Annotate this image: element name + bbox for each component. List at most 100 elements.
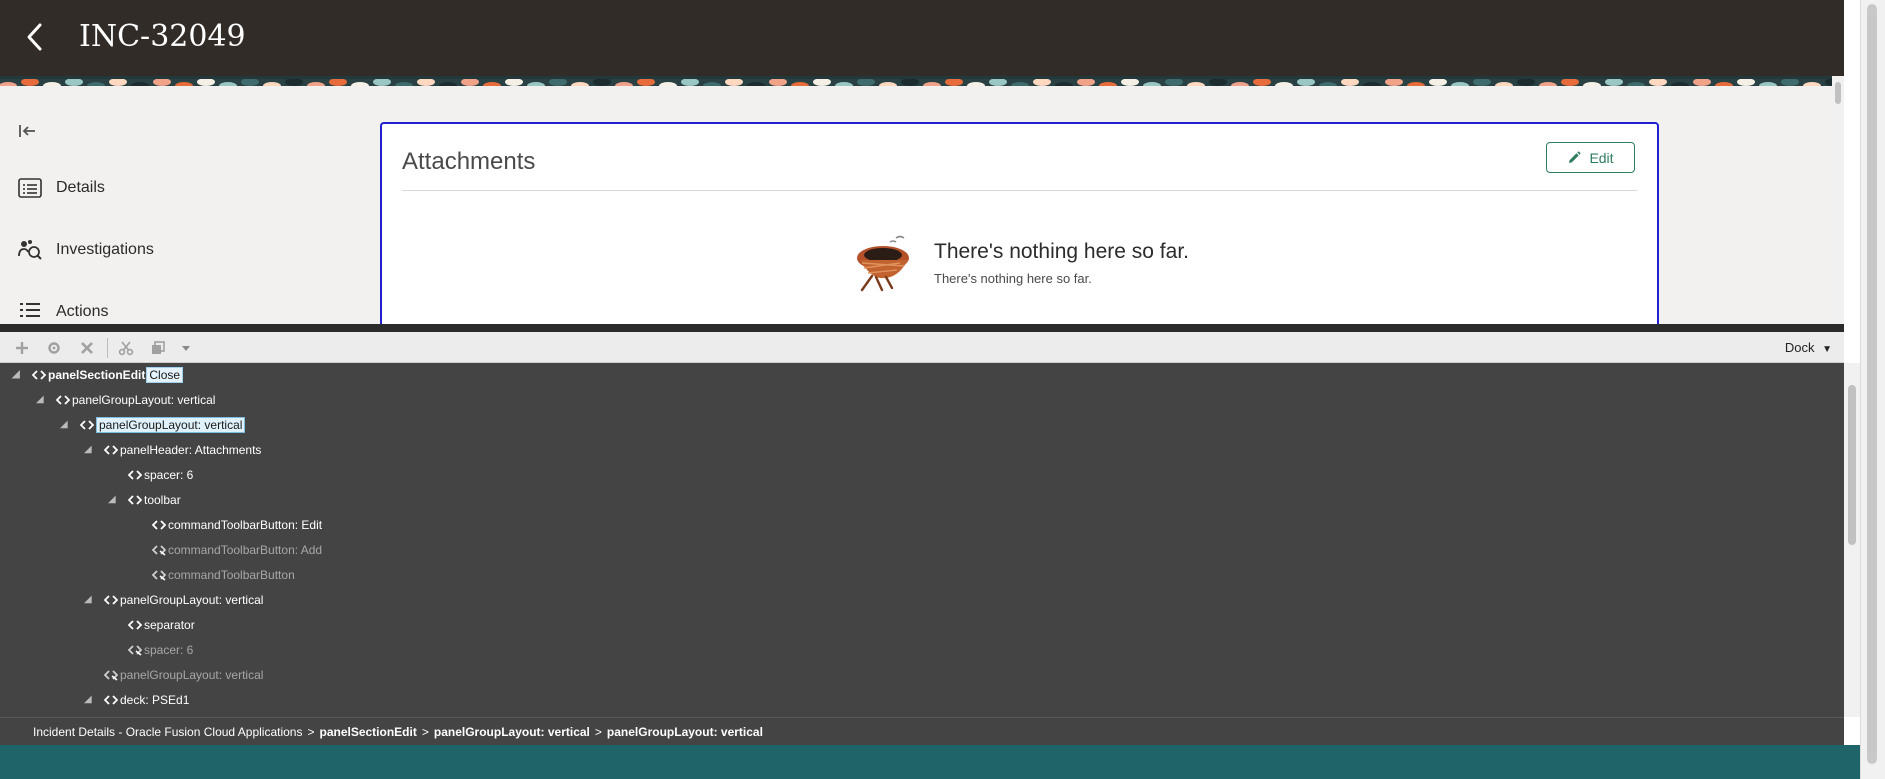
details-list-icon [18, 178, 42, 198]
empty-nest-icon [857, 235, 909, 292]
tree-node-label: commandToolbarButton: Add [168, 543, 323, 557]
component-tag-hidden-icon [104, 670, 118, 681]
chevron-left-icon [27, 23, 42, 51]
component-tag-hidden-icon [128, 645, 142, 656]
component-tag-icon [104, 695, 118, 705]
tree-node[interactable]: commandToolbarButton: Edit [132, 515, 322, 535]
tree-node[interactable]: separator [108, 615, 195, 635]
tree-node-label: spacer: 6 [144, 468, 194, 482]
tree-expand-toggle-icon[interactable]: ◢ [12, 370, 22, 380]
tree-expand-toggle-icon[interactable]: ◢ [60, 420, 70, 430]
inspector-toolbar: Dock ▼ [0, 332, 1844, 363]
page-title: INC-32049 [79, 19, 246, 54]
toolbar-divider [107, 338, 108, 358]
tree-expand-toggle-icon[interactable]: ◢ [108, 495, 118, 505]
dock-chevron-down-icon: ▼ [1822, 344, 1832, 355]
tree-node[interactable]: spacer: 6 [108, 640, 193, 660]
delete-x-icon[interactable] [79, 340, 95, 356]
chevron-down-icon[interactable] [178, 340, 194, 356]
content-scrollbar-thumb[interactable] [1835, 82, 1841, 104]
footer-band [0, 745, 1872, 779]
tree-node-label: commandToolbarButton [168, 568, 295, 582]
collapse-nav-button[interactable] [18, 122, 38, 140]
tree-expand-toggle-icon[interactable]: ◢ [84, 595, 94, 605]
add-icon[interactable] [14, 340, 30, 356]
tree-node-label: panelHeader: Attachments [120, 443, 262, 457]
cut-scissors-icon[interactable] [118, 340, 134, 356]
tree-node[interactable]: panelGroupLayout: vertical [84, 665, 263, 685]
card-title: Attachments [402, 148, 536, 175]
component-tree: ◢ panelSectionEdit Close ◢ panelGroupLayout:… [0, 363, 1844, 717]
content-scrollbar[interactable] [1832, 76, 1844, 324]
tree-node[interactable]: commandToolbarButton: Add [132, 540, 322, 560]
collapse-left-icon [19, 125, 35, 137]
empty-state-title: There's nothing here so far. [934, 240, 1189, 263]
tree-node[interactable]: ◢ panelGroupLayout: vertical [60, 415, 246, 435]
dock-dropdown[interactable]: Dock ▼ [1785, 340, 1832, 355]
breadcrumb-root[interactable]: Incident Details - Oracle Fusion Cloud A… [33, 725, 302, 739]
tree-scrollbar[interactable] [1844, 363, 1860, 717]
component-tag-hidden-icon [152, 570, 166, 581]
tree-node-label: panelGroupLayout: vertical [120, 668, 264, 682]
tree-node-label: panelGroupLayout: vertical [72, 393, 216, 407]
tree-node[interactable]: ◢ toolbar [108, 490, 181, 510]
breadcrumb-separator: > [594, 724, 602, 739]
actions-icon [20, 303, 40, 317]
nav-label-investigations: Investigations [56, 241, 154, 258]
breadcrumb-item[interactable]: panelGroupLayout: vertical [434, 725, 590, 739]
page-scrollbar-thumb[interactable] [1867, 4, 1877, 764]
main-content: Details Investigations Actions Attachmen… [0, 86, 1844, 324]
tree-node[interactable]: ◢ deck: PSEd1 [84, 690, 189, 710]
component-tag-icon [128, 470, 142, 480]
card-divider [402, 190, 1637, 191]
breadcrumb-item[interactable]: panelGroupLayout: vertical [607, 725, 763, 739]
component-tag-icon [128, 495, 142, 505]
tree-node-label: toolbar [144, 493, 181, 507]
component-tag-hidden-icon [152, 545, 166, 556]
nav-label-actions: Actions [56, 303, 109, 320]
tree-node[interactable]: ◢ panelHeader: Attachments [84, 440, 261, 460]
nav-item-actions[interactable]: Actions [18, 300, 108, 324]
tree-node[interactable]: commandToolbarButton [132, 565, 295, 585]
attachments-card: Attachments Edit There's nothing here so… [380, 122, 1659, 324]
banner-pattern-icon [0, 78, 1844, 86]
tree-node-label: separator [144, 618, 195, 632]
component-tag-icon [152, 520, 166, 530]
tree-node-label: commandToolbarButton: Edit [168, 518, 323, 532]
pencil-icon [1569, 151, 1581, 163]
tree-node-label: panelGroupLayout: vertical [96, 417, 246, 433]
inspector-breadcrumb: Incident Details - Oracle Fusion Cloud A… [0, 717, 1844, 745]
tree-node-label: panelSectionEdit [48, 368, 146, 382]
breadcrumb-separator: > [421, 724, 429, 739]
tree-node[interactable]: ◢ panelGroupLayout: vertical [84, 590, 263, 610]
page-scrollbar[interactable] [1860, 0, 1885, 779]
back-button[interactable] [22, 22, 48, 52]
nav-item-investigations[interactable]: Investigations [18, 238, 154, 262]
empty-state-subtitle: There's nothing here so far. [934, 271, 1092, 286]
component-tag-icon [128, 620, 142, 630]
nav-item-details[interactable]: Details [18, 176, 105, 200]
tree-node[interactable]: spacer: 6 [108, 465, 193, 485]
component-tag-icon [80, 420, 94, 430]
tree-scrollbar-thumb[interactable] [1848, 385, 1856, 545]
edit-button[interactable]: Edit [1546, 142, 1635, 173]
inspector-splitter[interactable] [0, 324, 1844, 332]
nav-label-details: Details [56, 179, 105, 196]
tree-node[interactable]: ◢ panelGroupLayout: vertical [36, 390, 215, 410]
edit-button-label: Edit [1589, 149, 1614, 166]
tree-expand-toggle-icon[interactable]: ◢ [84, 445, 94, 455]
tree-expand-toggle-icon[interactable]: ◢ [36, 395, 46, 405]
investigations-icon [18, 240, 42, 260]
tree-node[interactable]: ◢ panelSectionEdit Close [12, 365, 184, 385]
tree-node-label: spacer: 6 [144, 643, 194, 657]
tree-expand-toggle-icon[interactable]: ◢ [84, 695, 94, 705]
component-tag-icon [56, 395, 70, 405]
breadcrumb-item[interactable]: panelSectionEdit [319, 725, 416, 739]
copy-icon[interactable] [150, 340, 166, 356]
dock-label: Dock [1784, 340, 1815, 355]
tree-node-label: panelGroupLayout: vertical [120, 593, 264, 607]
settings-gear-icon[interactable] [46, 340, 62, 356]
tree-node-close-chip[interactable]: Close [146, 367, 184, 383]
decorative-banner [0, 76, 1844, 86]
page-header: INC-32049 [0, 0, 1844, 76]
